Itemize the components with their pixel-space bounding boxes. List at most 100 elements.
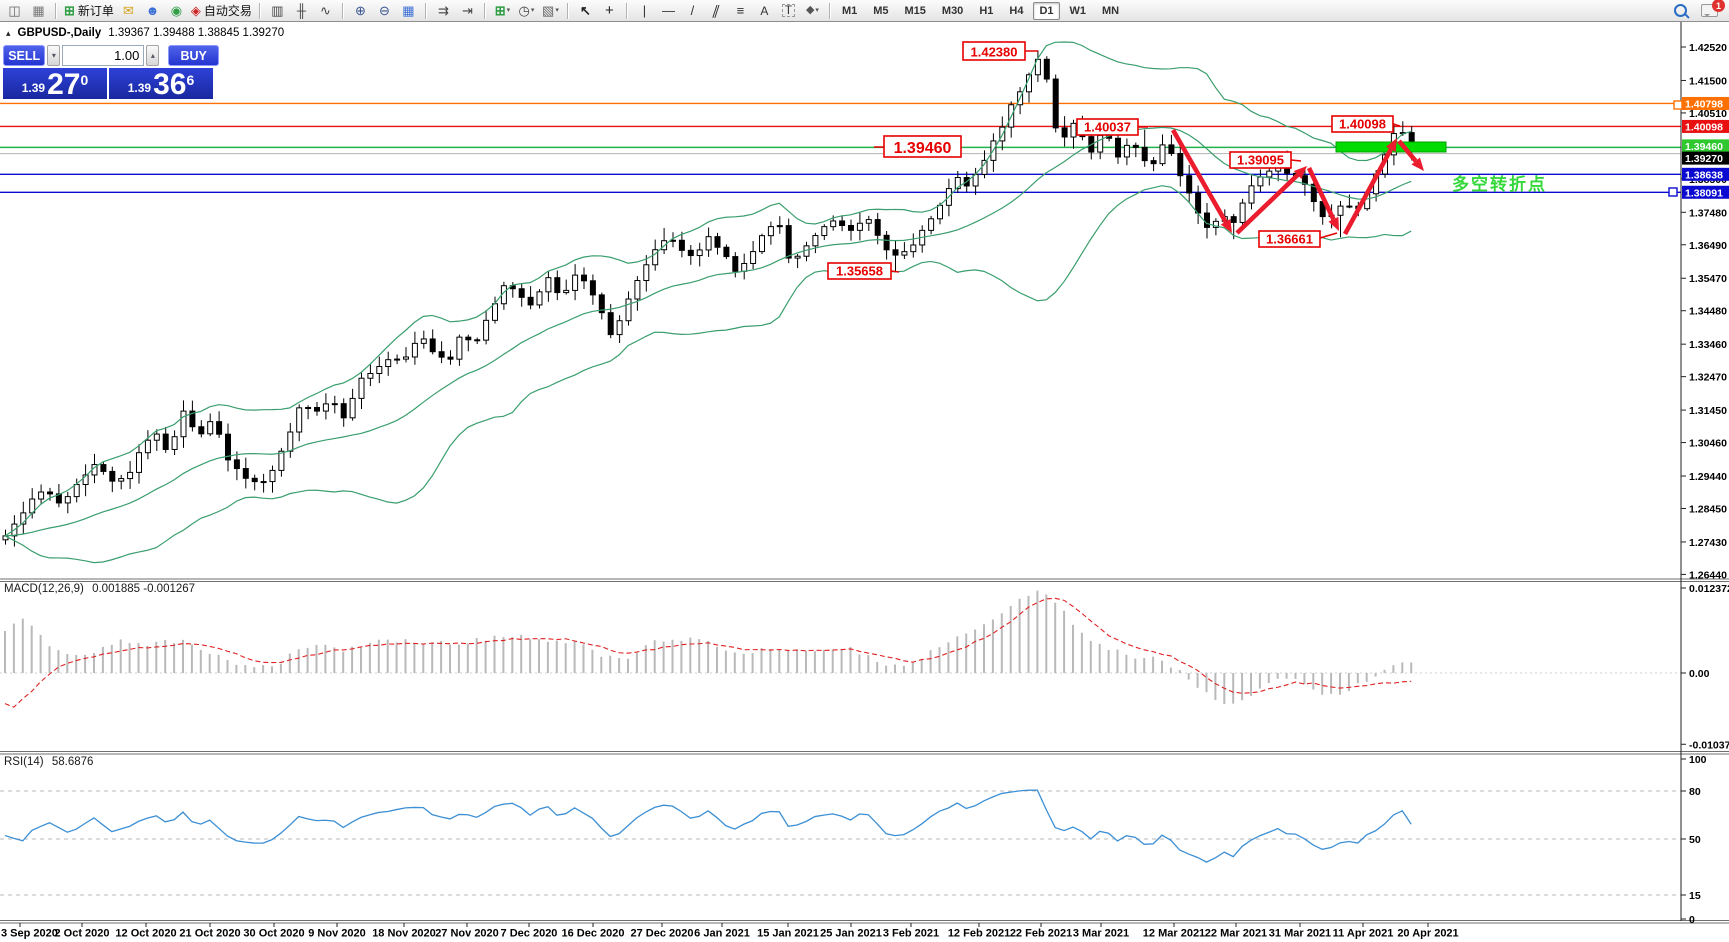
toolbar-divider bbox=[258, 2, 261, 19]
vertical-line-tool[interactable]: | bbox=[633, 2, 656, 20]
signal-icon[interactable]: ◉ bbox=[165, 2, 188, 20]
svg-text:1.36490: 1.36490 bbox=[1689, 240, 1727, 252]
line-chart-icon[interactable]: ∿ bbox=[314, 2, 337, 20]
timeframe-m30[interactable]: M30 bbox=[936, 2, 969, 20]
fibonacci-tool[interactable]: ≡ bbox=[729, 2, 752, 20]
svg-text:1.39460: 1.39460 bbox=[1685, 141, 1723, 153]
svg-text:22 Feb 2021: 22 Feb 2021 bbox=[1010, 928, 1072, 940]
autoscroll-icon: ⇉ bbox=[437, 3, 449, 18]
svg-text:27 Nov 2020: 27 Nov 2020 bbox=[435, 928, 499, 940]
rsi-label: RSI(14) 58.6876 bbox=[4, 756, 94, 768]
market-watch-icon[interactable]: ▦ bbox=[27, 2, 50, 20]
macd-label: MACD(12,26,9) 0.001885 -0.001267 bbox=[4, 583, 196, 595]
text-label-tool[interactable]: T bbox=[777, 2, 800, 20]
timeframe-m1[interactable]: M1 bbox=[836, 2, 863, 20]
candlestick-chart-icon[interactable]: ╫ bbox=[290, 2, 313, 20]
line-handle[interactable] bbox=[1668, 187, 1678, 197]
profile-icon[interactable]: ☻ bbox=[141, 2, 164, 20]
timeframe-d1[interactable]: D1 bbox=[1033, 1, 1060, 20]
chart-annotations[interactable]: 1.42380 1.40037 1.39460 1.39095 1.40098 1.366… bbox=[827, 41, 1683, 280]
svg-text:0.012372: 0.012372 bbox=[1689, 583, 1729, 595]
svg-text:11 Apr 2021: 11 Apr 2021 bbox=[1333, 928, 1394, 940]
svg-text:3 Sep 2020: 3 Sep 2020 bbox=[1, 928, 58, 940]
price-axis: 1.425201.415001.405101.385001.374801.364… bbox=[1681, 42, 1729, 926]
chart-shift-button[interactable]: ⇥ bbox=[456, 2, 479, 20]
svg-text:27 Dec 2020: 27 Dec 2020 bbox=[631, 928, 694, 940]
svg-text:1.30460: 1.30460 bbox=[1689, 438, 1727, 450]
svg-text:1.36661: 1.36661 bbox=[1266, 232, 1313, 247]
trendline-tool[interactable]: / bbox=[681, 2, 704, 20]
zoom-in-icon[interactable]: ⊕ bbox=[349, 2, 372, 20]
buy-price-display[interactable]: 1.39 36 6 bbox=[109, 68, 213, 99]
svg-text:50: 50 bbox=[1689, 834, 1701, 846]
bar-chart-icon[interactable]: ▥ bbox=[266, 2, 289, 20]
timeframe-h4[interactable]: H4 bbox=[1003, 2, 1029, 20]
line-handle[interactable] bbox=[1673, 100, 1683, 110]
new-order-button[interactable]: ⊞ 新订单 bbox=[62, 2, 116, 20]
svg-text:1.35658: 1.35658 bbox=[836, 264, 883, 279]
timeframe-m15[interactable]: M15 bbox=[899, 2, 932, 20]
buy-button[interactable]: BUY bbox=[168, 45, 220, 66]
svg-text:1.37480: 1.37480 bbox=[1689, 207, 1727, 219]
svg-text:9 Nov 2020: 9 Nov 2020 bbox=[308, 928, 365, 940]
timeframe-mn[interactable]: MN bbox=[1096, 2, 1125, 20]
timeframe-m5[interactable]: M5 bbox=[867, 2, 894, 20]
indicators-button[interactable]: ⊞ ▾ bbox=[491, 2, 514, 20]
charts-icon[interactable]: ◫ bbox=[3, 2, 26, 20]
mt4-window: ◫ ▦ ⊞ 新订单 ✉ ☻ ◉ ◈ 自动交易 ▥ ╫ ∿ ⊕ ⊖ ▦ ⇉ ⇥ ⊞… bbox=[0, 0, 1729, 942]
svg-text:12 Oct 2020: 12 Oct 2020 bbox=[115, 928, 176, 940]
svg-text:3 Feb 2021: 3 Feb 2021 bbox=[883, 928, 939, 940]
zoom-out-icon[interactable]: ⊖ bbox=[373, 2, 396, 20]
toolbar-divider bbox=[625, 2, 628, 19]
search-icon[interactable] bbox=[1674, 4, 1687, 17]
svg-text:6 Jan 2021: 6 Jan 2021 bbox=[694, 928, 750, 940]
notification-badge: 1 bbox=[1712, 0, 1725, 12]
periods-button[interactable]: ◷ ▾ bbox=[515, 2, 538, 20]
timeframe-group: M1 M5 M15 M30 H1 H4 D1 W1 MN bbox=[836, 1, 1125, 20]
notifications-icon[interactable]: 1 bbox=[1701, 0, 1725, 17]
svg-text:3 Mar 2021: 3 Mar 2021 bbox=[1073, 928, 1129, 940]
toolbar-divider bbox=[483, 2, 486, 19]
sell-button[interactable]: SELL bbox=[3, 45, 46, 66]
turning-point-annotation[interactable]: 多空转折点 bbox=[1452, 170, 1547, 195]
auto-trading-icon: ◈ bbox=[190, 3, 201, 18]
rsi-pane bbox=[0, 789, 1681, 896]
tile-windows-icon[interactable]: ▦ bbox=[397, 2, 420, 20]
svg-text:1.33460: 1.33460 bbox=[1689, 339, 1727, 351]
svg-text:1.41500: 1.41500 bbox=[1689, 75, 1727, 87]
crosshair-tool[interactable]: + bbox=[598, 2, 621, 20]
toolbar-divider bbox=[424, 2, 427, 19]
svg-text:1.39460: 1.39460 bbox=[894, 140, 952, 157]
svg-text:100: 100 bbox=[1689, 754, 1707, 766]
chart-title-bar: ▴ GBPUSD-,Daily 1.39367 1.39488 1.38845 … bbox=[6, 27, 284, 39]
svg-text:0.00: 0.00 bbox=[1689, 668, 1710, 680]
volume-increase-button[interactable]: ▴ bbox=[146, 45, 160, 66]
candlesticks bbox=[2, 50, 1415, 547]
autoscroll-button[interactable]: ⇉ bbox=[432, 2, 455, 20]
svg-text:1.29440: 1.29440 bbox=[1689, 471, 1727, 483]
svg-text:18 Nov 2020: 18 Nov 2020 bbox=[372, 928, 436, 940]
toolbar-divider bbox=[566, 2, 569, 19]
shapes-tool[interactable]: ◆ ▾ bbox=[801, 2, 824, 20]
chart-canvas[interactable]: 1.425201.415001.405101.385001.374801.364… bbox=[0, 0, 1729, 942]
template-icon: ▧ bbox=[542, 3, 555, 18]
new-order-icon: ⊞ bbox=[64, 3, 75, 18]
mailbox-icon[interactable]: ✉ bbox=[117, 2, 140, 20]
svg-text:1.39270: 1.39270 bbox=[1685, 153, 1723, 165]
cursor-tool[interactable]: ↖ bbox=[574, 2, 597, 20]
timeframe-w1[interactable]: W1 bbox=[1064, 2, 1093, 20]
text-tool[interactable]: A bbox=[753, 2, 776, 20]
volume-input[interactable] bbox=[62, 45, 145, 66]
svg-text:31 Mar 2021: 31 Mar 2021 bbox=[1269, 928, 1331, 940]
svg-text:1.38091: 1.38091 bbox=[1685, 187, 1723, 199]
auto-trading-button[interactable]: ◈ 自动交易 bbox=[189, 2, 254, 20]
sell-price-display[interactable]: 1.39 27 0 bbox=[3, 68, 107, 99]
timeframe-h1[interactable]: H1 bbox=[973, 2, 999, 20]
horizontal-line-tool[interactable]: — bbox=[657, 2, 680, 20]
clock-icon: ◷ bbox=[518, 3, 530, 18]
volume-decrease-button[interactable]: ▾ bbox=[47, 45, 61, 66]
toolbar-divider bbox=[55, 2, 57, 19]
svg-text:12 Mar 2021: 12 Mar 2021 bbox=[1143, 928, 1205, 940]
equidistant-channel-tool[interactable]: ∥ bbox=[705, 2, 728, 20]
templates-button[interactable]: ▧ ▾ bbox=[539, 2, 562, 20]
